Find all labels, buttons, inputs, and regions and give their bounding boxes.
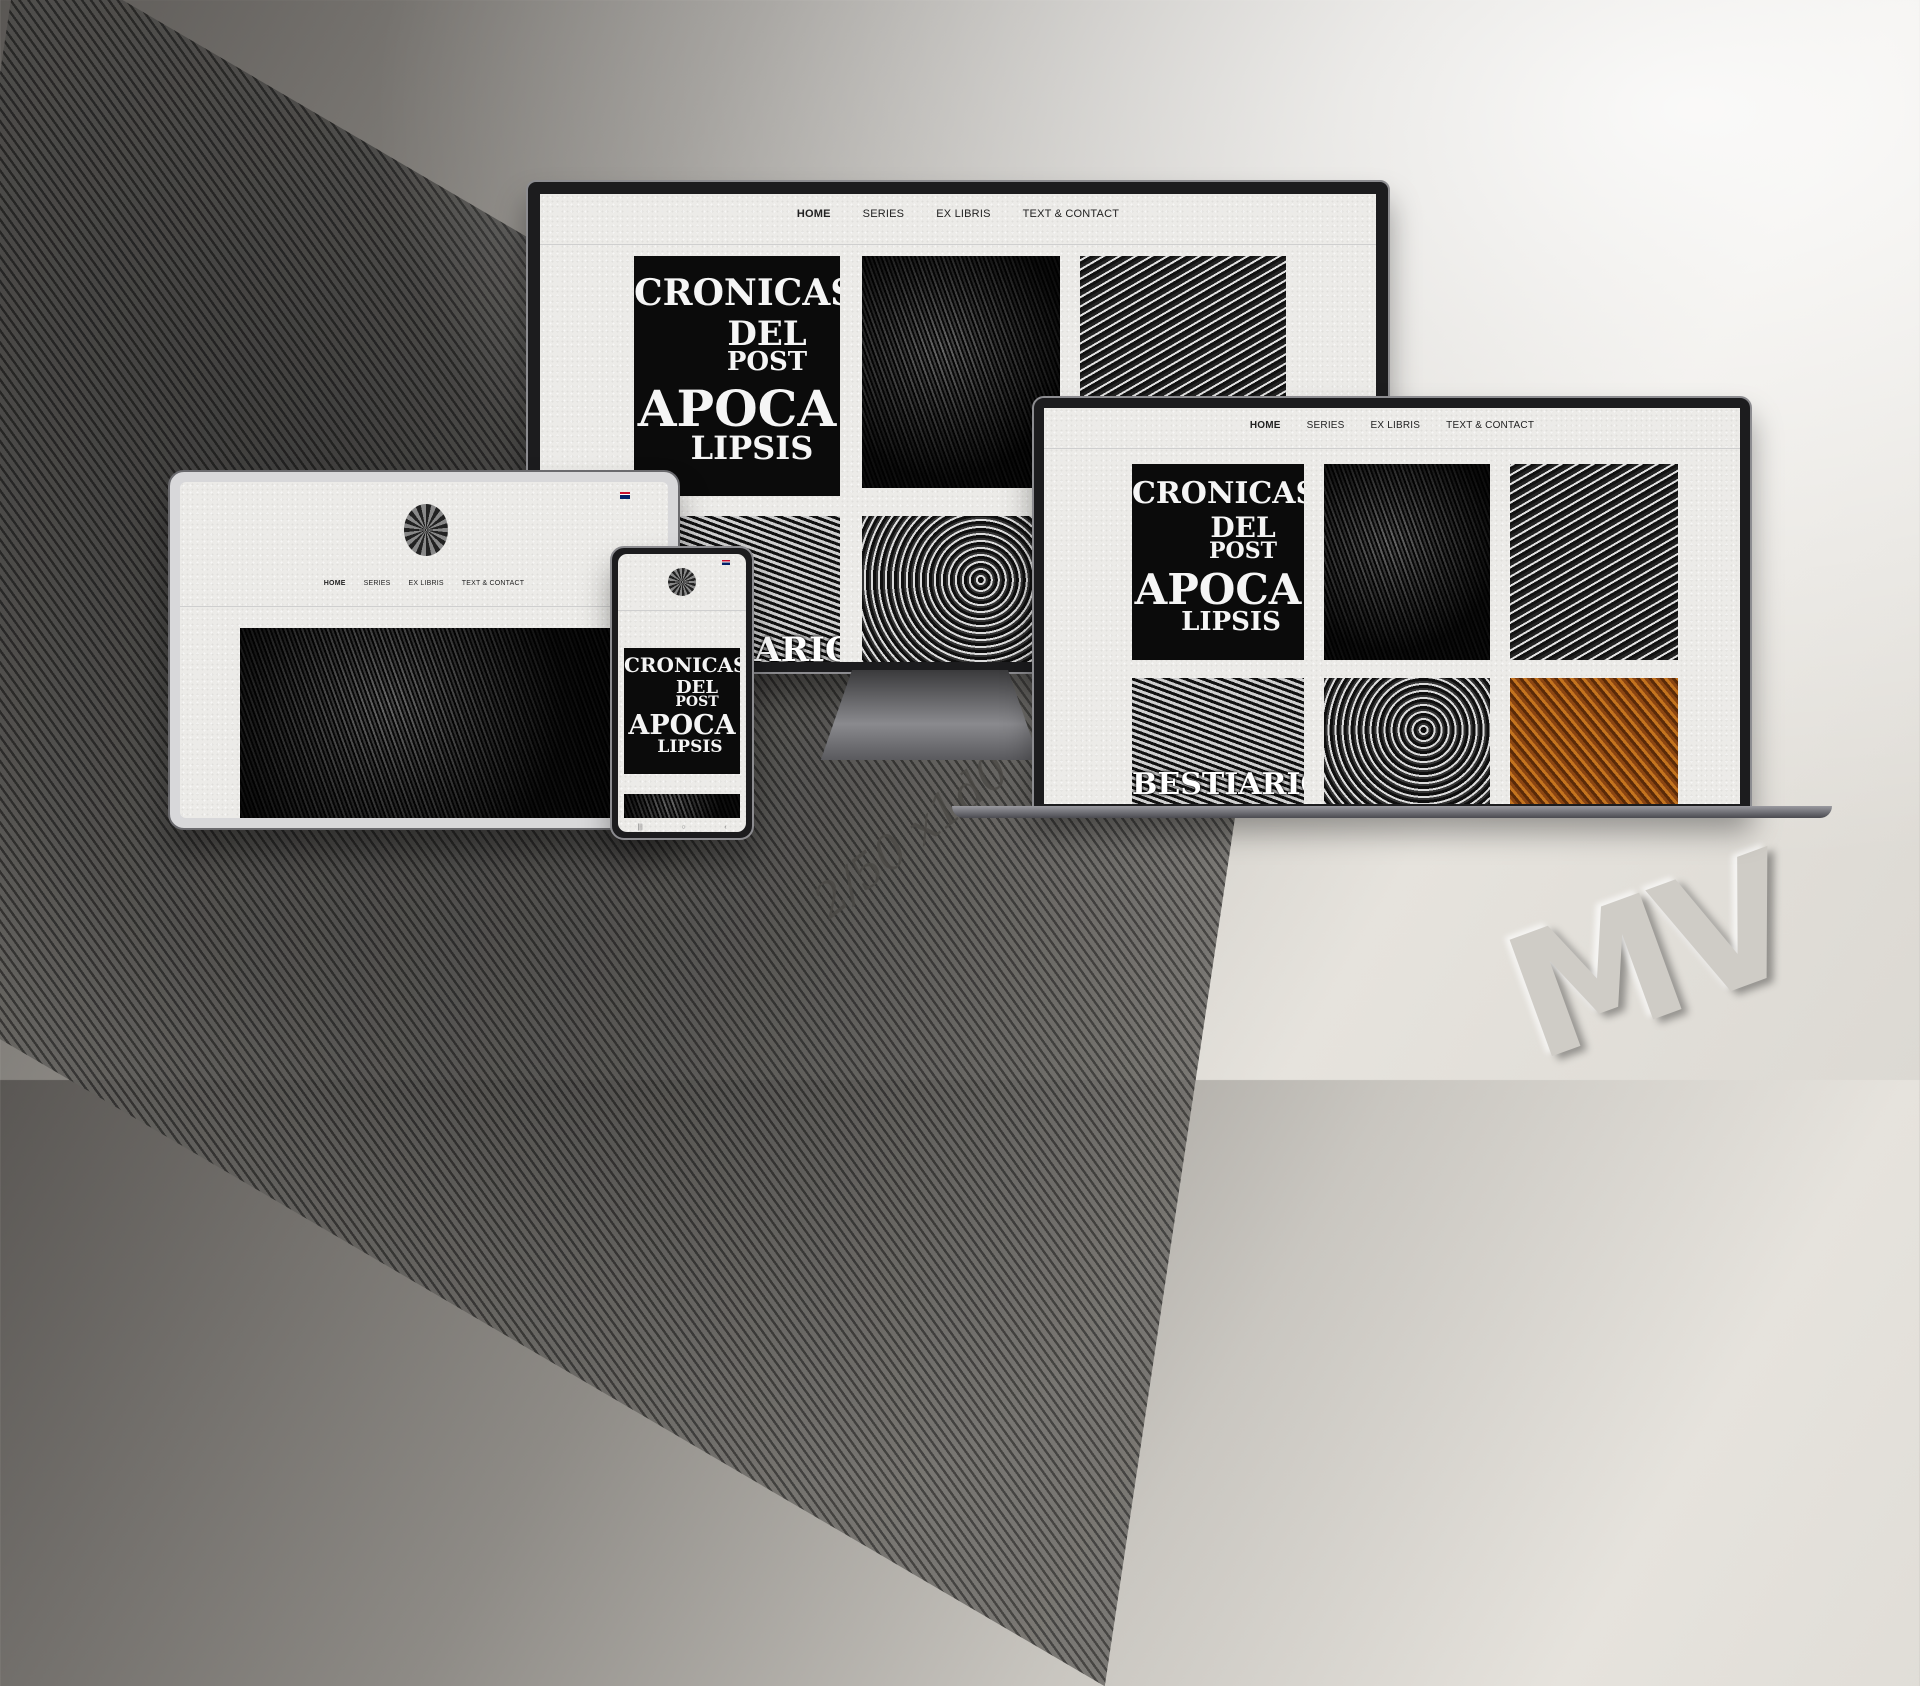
uk-flag-icon[interactable] xyxy=(620,492,630,499)
android-nav-bar: ||| ○ ‹ xyxy=(618,822,746,832)
nav-home[interactable]: HOME xyxy=(1250,420,1281,431)
logo-emblem-icon[interactable] xyxy=(668,568,696,596)
desktop-nav: HOME SERIES EX LIBRIS TEXT & CONTACT xyxy=(540,208,1376,220)
nav-text-contact[interactable]: TEXT & CONTACT xyxy=(1446,420,1534,431)
cover-tile[interactable]: CRONICAS DEL POST APOCA LIPSIS xyxy=(634,256,840,496)
tablet-screen: HOME SERIES EX LIBRIS TEXT & CONTACT xyxy=(180,482,668,818)
back-icon[interactable]: ‹ xyxy=(724,824,726,831)
uk-flag-icon[interactable] xyxy=(722,560,730,565)
phone: CRONICAS DEL POST APOCA LIPSIS ||| ○ ‹ xyxy=(610,546,754,840)
logo-emblem-icon[interactable] xyxy=(404,504,448,556)
nav-ex-libris[interactable]: EX LIBRIS xyxy=(936,208,990,220)
home-circle-icon[interactable]: ○ xyxy=(681,824,685,831)
nav-home[interactable]: HOME xyxy=(797,208,831,220)
laptop-screen: HOME SERIES EX LIBRIS TEXT & CONTACT CRO… xyxy=(1044,408,1740,804)
nav-series[interactable]: SERIES xyxy=(364,580,391,587)
woodcut-figure-tile[interactable] xyxy=(862,516,1060,662)
nav-text-contact[interactable]: TEXT & CONTACT xyxy=(1023,208,1120,220)
laptop: HOME SERIES EX LIBRIS TEXT & CONTACT CRO… xyxy=(1032,396,1752,812)
woodcut-cellist-tile[interactable] xyxy=(1510,464,1678,660)
copper-print-tile[interactable] xyxy=(1510,678,1678,804)
hero-woodcut-image[interactable] xyxy=(240,628,612,818)
woodcut-figure-tile[interactable] xyxy=(1324,678,1490,804)
nav-series[interactable]: SERIES xyxy=(1307,420,1345,431)
laptop-base xyxy=(952,806,1832,818)
cover-tile[interactable]: CRONICAS DEL POST APOCA LIPSIS xyxy=(1132,464,1304,660)
nav-series[interactable]: SERIES xyxy=(863,208,905,220)
cover-tile[interactable]: CRONICAS DEL POST APOCA LIPSIS xyxy=(624,648,740,774)
recent-apps-icon[interactable]: ||| xyxy=(637,824,642,831)
nav-ex-libris[interactable]: EX LIBRIS xyxy=(409,580,444,587)
woodcut-thumbnail[interactable] xyxy=(624,794,740,818)
tablet: HOME SERIES EX LIBRIS TEXT & CONTACT xyxy=(168,470,680,830)
nav-ex-libris[interactable]: EX LIBRIS xyxy=(1371,420,1421,431)
nav-home[interactable]: HOME xyxy=(324,580,346,587)
tablet-nav: HOME SERIES EX LIBRIS TEXT & CONTACT xyxy=(180,580,668,587)
bestiario-tile[interactable]: BESTIARIO xyxy=(1132,678,1304,804)
phone-screen: CRONICAS DEL POST APOCA LIPSIS ||| ○ ‹ xyxy=(618,554,746,832)
laptop-nav: HOME SERIES EX LIBRIS TEXT & CONTACT xyxy=(1044,420,1740,431)
woodcut-city-tile[interactable] xyxy=(1324,464,1490,660)
woodcut-city-tile[interactable] xyxy=(862,256,1060,488)
nav-text-contact[interactable]: TEXT & CONTACT xyxy=(462,580,524,587)
